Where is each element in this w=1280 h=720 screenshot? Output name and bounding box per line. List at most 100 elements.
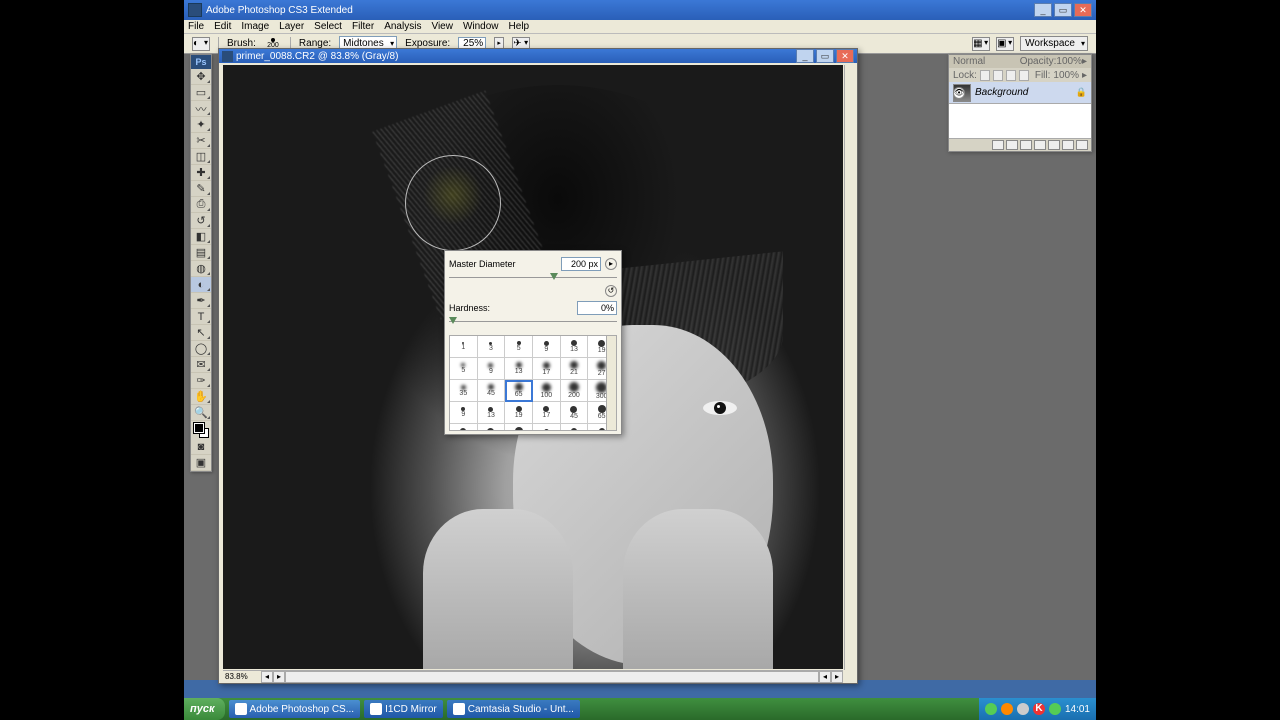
tool-history[interactable]: ↺ [191,213,211,229]
tool-path[interactable]: ↖ [191,325,211,341]
delete-layer-button[interactable] [1076,140,1088,150]
tool-brush[interactable]: ✎ [191,181,211,197]
menu-view[interactable]: View [431,21,453,32]
lock-transparency[interactable] [980,70,990,81]
brush-preset[interactable]: 100 [450,424,478,431]
doc-close[interactable]: ✕ [836,49,854,63]
v-scrollbar[interactable] [844,65,857,670]
brush-preset[interactable]: 13 [561,336,589,358]
screen-mode-button[interactable]: ▣ [996,37,1014,51]
foreground-color[interactable] [194,423,204,433]
tool-heal[interactable]: ✚ [191,165,211,181]
brush-preset[interactable]: 17 [533,358,561,380]
brush-preset[interactable]: 300 [505,424,533,431]
tool-move[interactable]: ✥ [191,69,211,85]
brush-preset[interactable]: 200 [478,424,506,431]
menu-filter[interactable]: Filter [352,21,374,32]
brush-preset[interactable]: 45 [561,402,589,424]
brush-preset[interactable]: 3 [478,336,506,358]
preset-scrollbar[interactable] [606,336,616,430]
layer-mask-button[interactable] [1020,140,1032,150]
start-button[interactable]: пуск [184,698,225,720]
bridge-button[interactable]: ▦ [972,37,990,51]
brush-preset[interactable]: 45 [478,380,506,402]
minimize-button[interactable]: _ [1034,3,1052,17]
brush-preset[interactable]: 9 [450,402,478,424]
layer-row[interactable]: 👁 Background 🔒 [949,82,1091,104]
menu-image[interactable]: Image [241,21,269,32]
opacity-value[interactable]: 100% [1056,56,1082,67]
tool-blur[interactable]: ◍ [191,261,211,277]
link-layers-button[interactable] [992,140,1004,150]
fill-value[interactable]: 100% [1053,70,1079,81]
brush-preset[interactable]: 14 [533,424,561,431]
tool-hand[interactable]: ✋ [191,389,211,405]
tool-notes[interactable]: ✉ [191,357,211,373]
tool-pen[interactable]: ✒ [191,293,211,309]
menu-layer[interactable]: Layer [279,21,304,32]
brush-preset[interactable]: 21 [561,358,589,380]
blend-mode[interactable]: Normal [953,56,985,67]
brush-preset[interactable]: 9 [478,358,506,380]
tool-preset-dropdown[interactable]: ◐ [192,37,210,51]
brush-preset[interactable]: 17 [533,402,561,424]
tool-lasso[interactable]: 〰 [191,101,211,117]
tool-gradient[interactable]: ▤ [191,245,211,261]
reset-size-button[interactable]: ↺ [605,285,617,297]
menu-help[interactable]: Help [509,21,530,32]
brush-preset[interactable]: 24 [561,424,589,431]
lock-position[interactable] [1006,70,1016,81]
popup-menu-button[interactable]: ▸ [605,258,617,270]
maximize-button[interactable]: ▭ [1054,3,1072,17]
master-diameter-input[interactable] [561,257,601,271]
brush-preset[interactable]: 9 [533,336,561,358]
color-swatches[interactable] [191,421,211,439]
lock-all[interactable] [1019,70,1029,81]
tool-slice[interactable]: ◫ [191,149,211,165]
brush-preset[interactable]: 13 [505,358,533,380]
adjustment-button[interactable] [1034,140,1046,150]
layer-name[interactable]: Background [975,87,1028,98]
lock-pixels[interactable] [993,70,1003,81]
menu-analysis[interactable]: Analysis [384,21,421,32]
tool-wand[interactable]: ✦ [191,117,211,133]
screen-mode[interactable]: ▣ [191,455,211,471]
taskbar-item[interactable]: Adobe Photoshop CS... [229,700,361,718]
brush-preset[interactable]: 200 [561,380,589,402]
menu-window[interactable]: Window [463,21,499,32]
tool-dodge[interactable]: ◐ [191,277,211,293]
taskbar-item[interactable]: Camtasia Studio - Unt... [447,700,580,718]
brush-preset[interactable]: 100 [533,380,561,402]
taskbar-item[interactable]: I1CD Mirror [364,700,443,718]
quick-mask[interactable]: ◙ [191,439,211,455]
tool-eyedrop[interactable]: ✑ [191,373,211,389]
menu-select[interactable]: Select [314,21,342,32]
layer-style-button[interactable] [1006,140,1018,150]
tool-type[interactable]: T [191,309,211,325]
visibility-icon[interactable]: 👁 [953,87,965,99]
brush-preset[interactable]: 19 [505,402,533,424]
doc-titlebar[interactable]: primer_0088.CR2 @ 83.8% (Gray/8) _ ▭ ✕ [219,49,857,63]
menu-edit[interactable]: Edit [214,21,231,32]
workspace-dropdown[interactable]: Workspace [1020,36,1088,51]
tool-marquee[interactable]: ▭ [191,85,211,101]
hardness-slider[interactable] [449,317,617,327]
h-scrollbar[interactable]: ◂▸ ◂▸ [261,670,843,683]
brush-preset[interactable]: 5 [450,358,478,380]
menu-file[interactable]: File [188,21,204,32]
tool-shape[interactable]: ◯ [191,341,211,357]
brush-preset[interactable]: 35 [450,380,478,402]
hardness-input[interactable] [577,301,617,315]
toolbox-header[interactable]: Ps [191,55,211,69]
brush-preset[interactable]: 65 [505,380,533,402]
tool-eraser[interactable]: ◧ [191,229,211,245]
doc-maximize[interactable]: ▭ [816,49,834,63]
tool-crop[interactable]: ✂ [191,133,211,149]
new-layer-button[interactable] [1062,140,1074,150]
brush-preset[interactable]: 1 [450,336,478,358]
group-button[interactable] [1048,140,1060,150]
brush-preset[interactable]: 13 [478,402,506,424]
diameter-slider[interactable] [449,273,617,283]
close-button[interactable]: ✕ [1074,3,1092,17]
tool-stamp[interactable]: ⎙ [191,197,211,213]
